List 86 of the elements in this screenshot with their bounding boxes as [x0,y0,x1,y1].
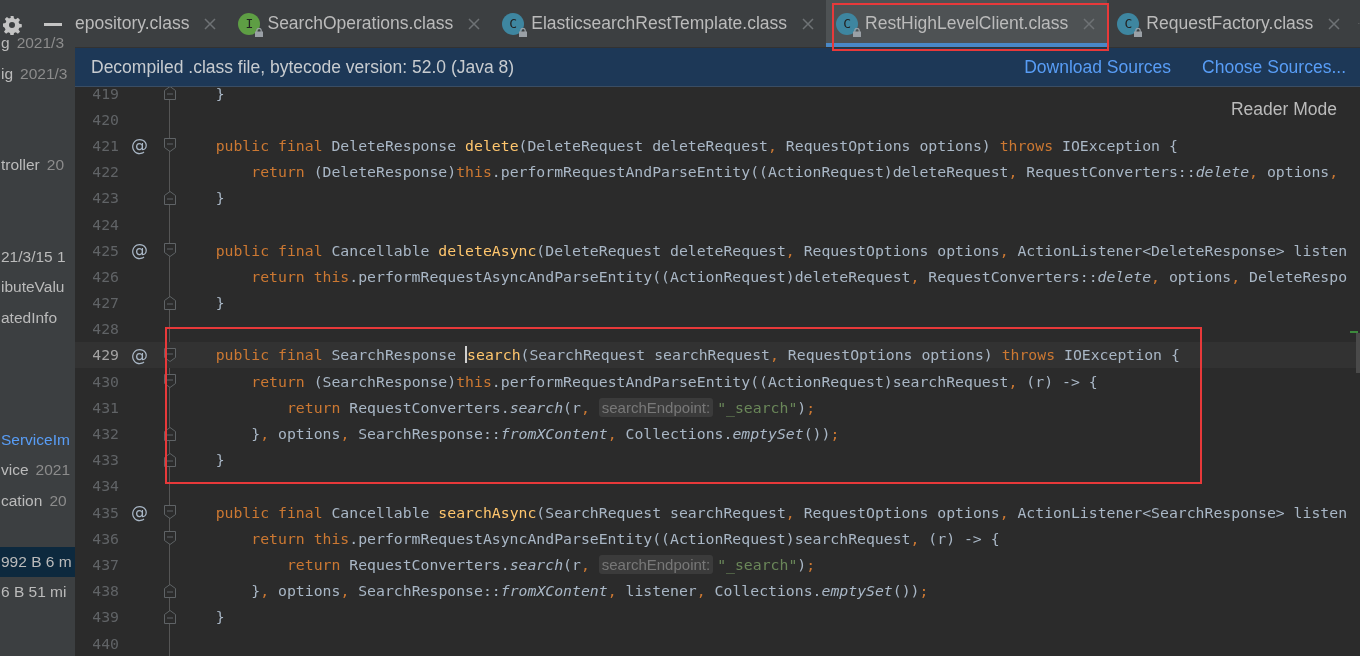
code-line: } [214,608,225,626]
change-marker [1350,331,1358,333]
override-marker[interactable]: @ [131,240,148,261]
banner-text: Decompiled .class file, bytecode version: 52.0 (Java 8) [91,56,515,78]
fold-marker-icon[interactable] [164,452,176,467]
file-type-icon: C [502,12,525,35]
override-marker[interactable]: @ [131,344,148,365]
editor-tab[interactable]: epository.class [75,0,229,47]
tree-item[interactable]: 21/3/15 1 [0,241,75,272]
tree-item[interactable]: ServiceIm [0,424,75,455]
code-line: } [214,189,225,207]
file-type-icon: I [238,12,261,35]
line-number: 432 [91,425,119,443]
line-number: 420 [91,110,119,128]
tree-item[interactable]: 992 B 6 m [0,546,75,577]
editor-tab[interactable]: C RequestFactory.class [1107,0,1353,47]
fold-marker-icon[interactable] [164,347,176,362]
code-line: public final SearchResponse search(SearchRequest searchRequest, RequestOptions options) throws IOException { [214,346,1180,364]
line-number: 435 [91,503,119,521]
tree-item[interactable]: cation 20 [0,485,75,516]
code-line: return this.performRequestAsyncAndParseEntity((ActionRequest)searchRequest, (r) -> { [250,529,1000,547]
tree-item[interactable]: 6 B 51 mi [0,577,75,608]
code-line: public final Cancellable searchAsync(SearchRequest searchRequest, RequestOptions options, ActionListener<SearchResponse> listen [214,503,1348,521]
fold-marker-icon[interactable] [164,295,176,310]
line-number: 428 [91,320,119,338]
tree-item[interactable]: g 2021/3 [0,28,75,59]
line-number: 429 [91,346,119,364]
code-line: return (SearchResponse)this.performRequestAndParseEntity((ActionRequest)searchRequest, (r) -> { [250,372,1098,390]
fold-marker-icon[interactable] [164,87,176,101]
line-number: 434 [91,477,119,495]
line-number: 422 [91,163,119,181]
fold-marker-icon[interactable] [164,243,176,258]
close-icon[interactable] [1328,17,1341,30]
close-icon[interactable] [468,17,481,30]
code-line: return RequestConverters.search(r, searchEndpoint: "_search"); [285,398,816,416]
line-number: 421 [91,136,119,154]
line-number: 433 [91,451,119,469]
code-line: }, options, SearchResponse::fromXContent, Collections.emptySet()); [250,425,840,443]
tree-item[interactable]: troller 20 [0,150,75,181]
editor-tab[interactable]: I SearchOperations.class [228,0,493,47]
tree-item[interactable]: atedInfo [0,302,75,333]
fold-marker-icon[interactable] [164,190,176,205]
code-line: public final DeleteResponse delete(DeleteRequest deleteRequest, RequestOptions options) throws IOException { [214,136,1178,154]
code-line: return RequestConverters.search(r, searchEndpoint: "_search"); [285,555,816,573]
editor-tab[interactable]: C ElasticsearchRestTemplate.class [492,0,827,47]
file-type-icon: C [1117,12,1140,35]
line-number: 440 [91,634,119,652]
close-icon[interactable] [204,17,217,30]
override-marker[interactable]: @ [131,502,148,523]
code-line: return (DeleteResponse)this.performRequestAndParseEntity((ActionRequest)deleteRequest, RequestConverters::delete, options, [250,163,1339,181]
line-number: 426 [91,267,119,285]
tree-item[interactable]: ibuteValu [0,272,75,303]
fold-marker-icon[interactable] [164,138,176,153]
tree-item[interactable]: vice 2021 [0,455,75,486]
code-line: } [214,87,225,102]
close-icon[interactable] [802,17,815,30]
fold-marker-icon[interactable] [164,531,176,546]
banner-link[interactable]: Choose Sources... [1202,56,1346,78]
line-number: 436 [91,529,119,547]
line-number: 438 [91,582,119,600]
fold-marker-icon[interactable] [164,583,176,598]
line-number: 431 [91,398,119,416]
line-number: 430 [91,372,119,390]
line-number: 425 [91,241,119,259]
code-line: }, options, SearchResponse::fromXContent, listener, Collections.emptySet()); [250,582,929,600]
tree-item[interactable]: ig 2021/3 [0,58,75,89]
close-icon[interactable] [1083,17,1096,30]
fold-marker-icon[interactable] [164,505,176,520]
code-line: } [214,294,225,312]
code-line: return this.performRequestAsyncAndParseEntity((ActionRequest)deleteRequest, RequestConverters::delete, options, DeleteRespo [250,267,1348,285]
line-number: 427 [91,294,119,312]
code-line: public final Cancellable deleteAsync(DeleteRequest deleteRequest, RequestOptions options, ActionListener<DeleteResponse> listen [214,241,1348,259]
minimize-icon[interactable] [44,23,62,27]
banner-link[interactable]: Download Sources [1024,56,1172,78]
line-number: 437 [91,555,119,573]
fold-marker-icon[interactable] [164,374,176,389]
override-marker[interactable]: @ [131,135,148,156]
code-line: } [214,451,225,469]
file-type-icon: C [836,12,859,35]
line-number: 419 [91,87,119,102]
fold-marker-icon[interactable] [164,426,176,441]
line-number: 423 [91,189,119,207]
line-number: 439 [91,608,119,626]
line-number: 424 [91,215,119,233]
fold-marker-icon[interactable] [164,609,176,624]
settings-icon[interactable] [2,15,22,35]
